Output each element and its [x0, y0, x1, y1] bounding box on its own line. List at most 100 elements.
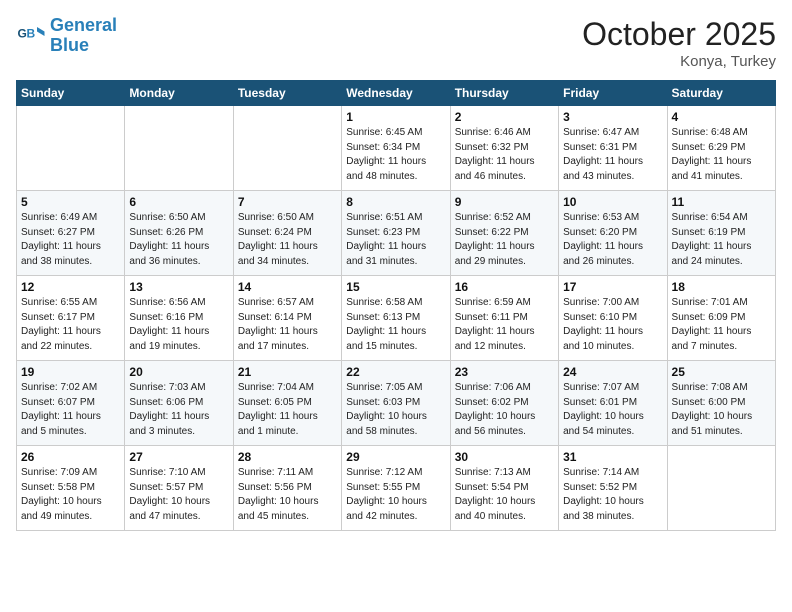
- calendar-cell: 25 Sunrise: 7:08 AM Sunset: 6:00 PM Dayli…: [667, 361, 775, 446]
- day-info: Sunrise: 6:59 AM Sunset: 6:11 PM Dayligh…: [455, 296, 554, 354]
- day-info: Sunrise: 6:46 AM Sunset: 6:32 PM Dayligh…: [455, 126, 554, 184]
- day-info: Sunrise: 6:54 AM Sunset: 6:19 PM Dayligh…: [672, 211, 771, 269]
- day-number: 24: [563, 365, 662, 379]
- calendar-cell: 23Sunrise: 7:06 AM Sunset: 6:02 PM Dayli…: [450, 361, 558, 446]
- day-info: Sunrise: 7:09 AM Sunset: 5:58 PM Dayligh…: [21, 466, 120, 524]
- day-of-week-header: Thursday: [450, 81, 558, 106]
- day-info: Sunrise: 6:52 AM Sunset: 6:22 PM Dayligh…: [455, 211, 554, 269]
- svg-text:G: G: [18, 26, 27, 40]
- calendar-week-row: 19 Sunrise: 7:02 AM Sunset: 6:07 PM Dayli…: [17, 361, 776, 446]
- day-of-week-header: Sunday: [17, 81, 125, 106]
- day-info: Sunrise: 7:01 AM Sunset: 6:09 PM Dayligh…: [672, 296, 771, 354]
- calendar-cell: 9 Sunrise: 6:52 AM Sunset: 6:22 PM Daylig…: [450, 191, 558, 276]
- calendar-cell: 14Sunrise: 6:57 AM Sunset: 6:14 PM Dayli…: [233, 276, 341, 361]
- calendar-cell: 12Sunrise: 6:55 AM Sunset: 6:17 PM Dayli…: [17, 276, 125, 361]
- day-info: Sunrise: 6:47 AM Sunset: 6:31 PM Dayligh…: [563, 126, 662, 184]
- day-info: Sunrise: 6:53 AM Sunset: 6:20 PM Dayligh…: [563, 211, 662, 269]
- calendar-cell: 3 Sunrise: 6:47 AM Sunset: 6:31 PM Daylig…: [559, 106, 667, 191]
- day-number: 9: [455, 195, 554, 209]
- day-number: 28: [238, 450, 337, 464]
- day-info: Sunrise: 6:57 AM Sunset: 6:14 PM Dayligh…: [238, 296, 337, 354]
- calendar-cell: 21Sunrise: 7:04 AM Sunset: 6:05 PM Dayli…: [233, 361, 341, 446]
- calendar-cell: 31 Sunrise: 7:14 AM Sunset: 5:52 PM Dayli…: [559, 446, 667, 531]
- calendar-cell: 17 Sunrise: 7:00 AM Sunset: 6:10 PM Dayli…: [559, 276, 667, 361]
- day-info: Sunrise: 6:48 AM Sunset: 6:29 PM Dayligh…: [672, 126, 771, 184]
- calendar-week-row: 26 Sunrise: 7:09 AM Sunset: 5:58 PM Dayli…: [17, 446, 776, 531]
- calendar-week-row: 1 Sunrise: 6:45 AM Sunset: 6:34 PM Daylig…: [17, 106, 776, 191]
- logo-icon: G B: [16, 21, 46, 51]
- day-info: Sunrise: 6:56 AM Sunset: 6:16 PM Dayligh…: [129, 296, 228, 354]
- day-info: Sunrise: 7:08 AM Sunset: 6:00 PM Dayligh…: [672, 381, 771, 439]
- day-number: 12: [21, 280, 120, 294]
- calendar-week-row: 5 Sunrise: 6:49 AM Sunset: 6:27 PM Daylig…: [17, 191, 776, 276]
- day-of-week-header: Wednesday: [342, 81, 450, 106]
- day-info: Sunrise: 7:10 AM Sunset: 5:57 PM Dayligh…: [129, 466, 228, 524]
- day-info: Sunrise: 6:49 AM Sunset: 6:27 PM Dayligh…: [21, 211, 120, 269]
- day-of-week-header: Monday: [125, 81, 233, 106]
- day-number: 1: [346, 110, 445, 124]
- day-number: 3: [563, 110, 662, 124]
- day-number: 19: [21, 365, 120, 379]
- calendar-cell: 24 Sunrise: 7:07 AM Sunset: 6:01 PM Dayli…: [559, 361, 667, 446]
- logo-line1: General: [50, 15, 117, 35]
- day-number: 15: [346, 280, 445, 294]
- title-block: October 2025 Konya, Turkey: [582, 16, 776, 70]
- day-number: 4: [672, 110, 771, 124]
- logo: G B General Blue: [16, 16, 117, 56]
- day-of-week-header: Saturday: [667, 81, 775, 106]
- calendar-cell: [17, 106, 125, 191]
- day-info: Sunrise: 6:50 AM Sunset: 6:24 PM Dayligh…: [238, 211, 337, 269]
- day-number: 6: [129, 195, 228, 209]
- day-number: 25: [672, 365, 771, 379]
- calendar-cell: 7 Sunrise: 6:50 AM Sunset: 6:24 PM Daylig…: [233, 191, 341, 276]
- day-info: Sunrise: 7:00 AM Sunset: 6:10 PM Dayligh…: [563, 296, 662, 354]
- calendar-cell: 6Sunrise: 6:50 AM Sunset: 6:26 PM Daylig…: [125, 191, 233, 276]
- calendar-cell: 8 Sunrise: 6:51 AM Sunset: 6:23 PM Daylig…: [342, 191, 450, 276]
- day-info: Sunrise: 7:11 AM Sunset: 5:56 PM Dayligh…: [238, 466, 337, 524]
- day-number: 26: [21, 450, 120, 464]
- day-info: Sunrise: 7:02 AM Sunset: 6:07 PM Dayligh…: [21, 381, 120, 439]
- calendar-cell: 2 Sunrise: 6:46 AM Sunset: 6:32 PM Daylig…: [450, 106, 558, 191]
- calendar-cell: [233, 106, 341, 191]
- day-info: Sunrise: 6:51 AM Sunset: 6:23 PM Dayligh…: [346, 211, 445, 269]
- calendar-cell: [667, 446, 775, 531]
- calendar-cell: 10 Sunrise: 6:53 AM Sunset: 6:20 PM Dayli…: [559, 191, 667, 276]
- day-number: 5: [21, 195, 120, 209]
- calendar-cell: 15 Sunrise: 6:58 AM Sunset: 6:13 PM Dayli…: [342, 276, 450, 361]
- calendar-cell: 5 Sunrise: 6:49 AM Sunset: 6:27 PM Daylig…: [17, 191, 125, 276]
- calendar-cell: 19 Sunrise: 7:02 AM Sunset: 6:07 PM Dayli…: [17, 361, 125, 446]
- svg-text:B: B: [27, 26, 36, 40]
- day-number: 10: [563, 195, 662, 209]
- day-number: 8: [346, 195, 445, 209]
- day-number: 18: [672, 280, 771, 294]
- day-number: 27: [129, 450, 228, 464]
- day-number: 16: [455, 280, 554, 294]
- day-info: Sunrise: 7:04 AM Sunset: 6:05 PM Dayligh…: [238, 381, 337, 439]
- calendar-cell: 29Sunrise: 7:12 AM Sunset: 5:55 PM Dayli…: [342, 446, 450, 531]
- day-info: Sunrise: 6:45 AM Sunset: 6:34 PM Dayligh…: [346, 126, 445, 184]
- page-header: G B General Blue October 2025 Konya, Tur…: [16, 16, 776, 70]
- calendar-cell: 22Sunrise: 7:05 AM Sunset: 6:03 PM Dayli…: [342, 361, 450, 446]
- day-info: Sunrise: 7:07 AM Sunset: 6:01 PM Dayligh…: [563, 381, 662, 439]
- calendar-cell: 30Sunrise: 7:13 AM Sunset: 5:54 PM Dayli…: [450, 446, 558, 531]
- day-number: 11: [672, 195, 771, 209]
- calendar-cell: 1 Sunrise: 6:45 AM Sunset: 6:34 PM Daylig…: [342, 106, 450, 191]
- calendar-cell: 20Sunrise: 7:03 AM Sunset: 6:06 PM Dayli…: [125, 361, 233, 446]
- day-info: Sunrise: 7:14 AM Sunset: 5:52 PM Dayligh…: [563, 466, 662, 524]
- day-info: Sunrise: 7:13 AM Sunset: 5:54 PM Dayligh…: [455, 466, 554, 524]
- day-number: 17: [563, 280, 662, 294]
- day-number: 2: [455, 110, 554, 124]
- day-number: 7: [238, 195, 337, 209]
- calendar-cell: 13Sunrise: 6:56 AM Sunset: 6:16 PM Dayli…: [125, 276, 233, 361]
- day-of-week-header: Tuesday: [233, 81, 341, 106]
- location-subtitle: Konya, Turkey: [582, 53, 776, 70]
- calendar-cell: 16 Sunrise: 6:59 AM Sunset: 6:11 PM Dayli…: [450, 276, 558, 361]
- calendar-week-row: 12Sunrise: 6:55 AM Sunset: 6:17 PM Dayli…: [17, 276, 776, 361]
- calendar-cell: 11 Sunrise: 6:54 AM Sunset: 6:19 PM Dayli…: [667, 191, 775, 276]
- calendar-cell: [125, 106, 233, 191]
- calendar-table: SundayMondayTuesdayWednesdayThursdayFrid…: [16, 80, 776, 531]
- day-info: Sunrise: 7:05 AM Sunset: 6:03 PM Dayligh…: [346, 381, 445, 439]
- day-info: Sunrise: 7:06 AM Sunset: 6:02 PM Dayligh…: [455, 381, 554, 439]
- day-number: 31: [563, 450, 662, 464]
- day-info: Sunrise: 6:58 AM Sunset: 6:13 PM Dayligh…: [346, 296, 445, 354]
